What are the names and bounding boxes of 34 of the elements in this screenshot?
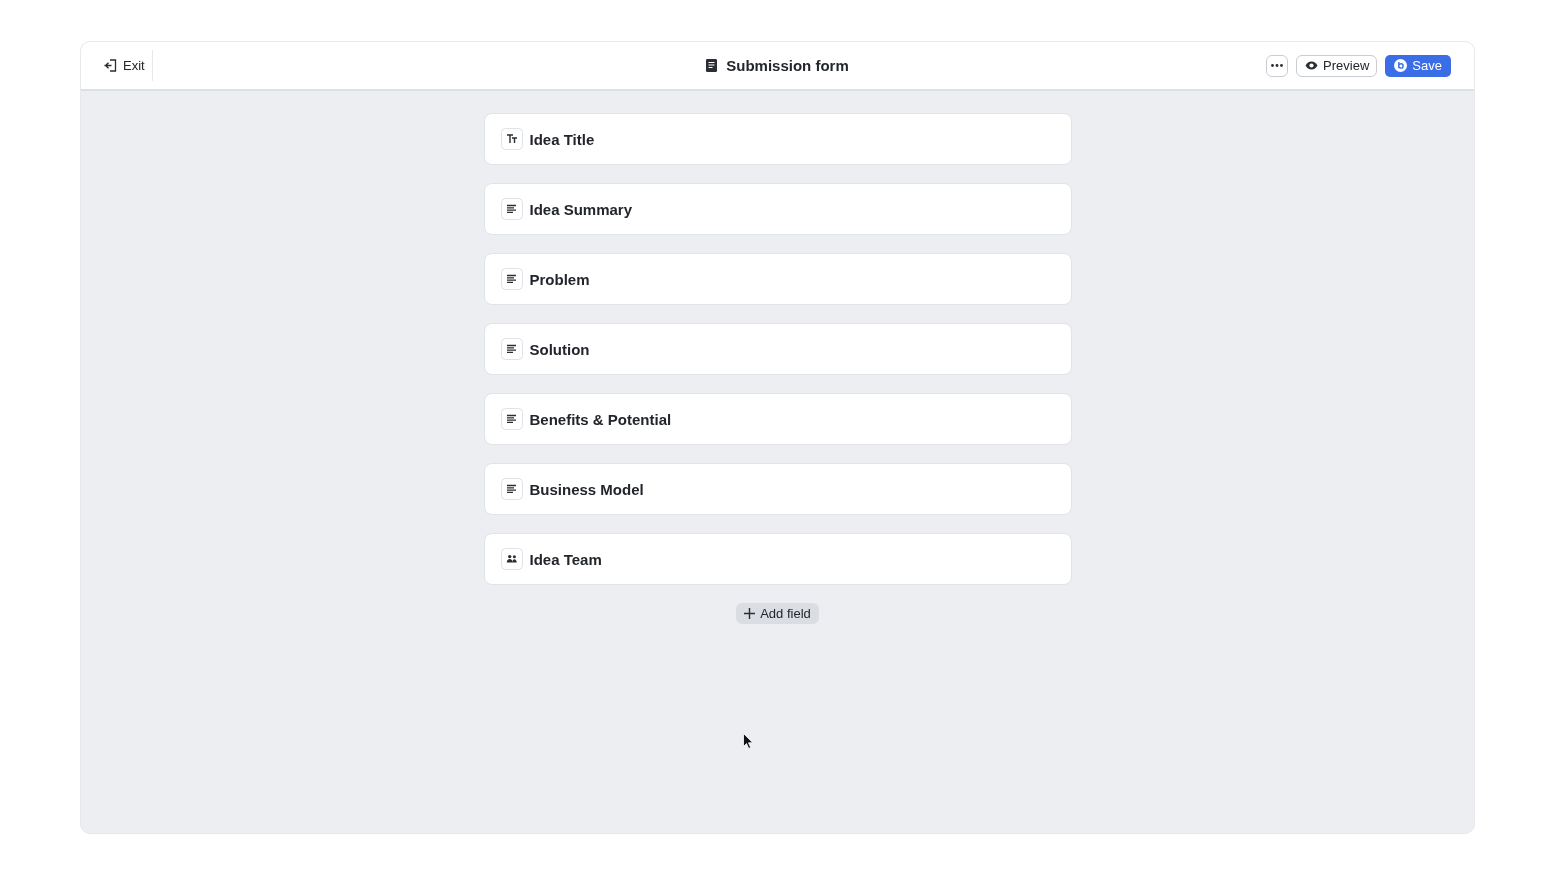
form-field-card[interactable]: Solution: [483, 323, 1072, 375]
paragraph-lines-icon: [500, 408, 523, 430]
mouse-cursor-icon: [743, 733, 753, 749]
exit-button[interactable]: Exit: [104, 50, 153, 81]
document-icon: [706, 59, 718, 72]
field-label: Idea Title: [529, 130, 595, 148]
field-label: Idea Summary: [529, 200, 633, 218]
field-label: Benefits & Potential: [529, 410, 672, 428]
people-icon: [500, 548, 523, 570]
form-field-card[interactable]: Problem: [483, 253, 1072, 305]
paragraph-lines-icon: [500, 198, 523, 220]
form-field-card[interactable]: Idea Summary: [483, 183, 1072, 235]
sync-circle-icon: [1394, 59, 1408, 72]
field-label: Problem: [529, 270, 590, 288]
paragraph-lines-icon: [500, 478, 523, 500]
field-label: Solution: [529, 340, 590, 358]
field-label: Idea Team: [529, 550, 602, 568]
form-field-card[interactable]: Idea Team: [483, 533, 1072, 585]
form-field-card[interactable]: Business Model: [483, 463, 1072, 515]
save-button[interactable]: Save: [1385, 54, 1451, 77]
paragraph-lines-icon: [500, 338, 523, 360]
form-field-card[interactable]: Idea Title: [483, 113, 1072, 165]
text-type-icon: [500, 128, 523, 150]
preview-button[interactable]: Preview: [1296, 54, 1378, 77]
more-button[interactable]: [1266, 54, 1289, 77]
more-dots-icon: [1271, 64, 1284, 67]
exit-icon: [104, 59, 117, 72]
eye-icon: [1305, 61, 1319, 70]
plus-icon: [744, 608, 756, 619]
paragraph-lines-icon: [500, 268, 523, 290]
field-label: Business Model: [529, 480, 644, 498]
add-field-button[interactable]: Add field: [736, 603, 819, 624]
form-title: Submission form: [726, 57, 849, 74]
form-field-card[interactable]: Benefits & Potential: [483, 393, 1072, 445]
